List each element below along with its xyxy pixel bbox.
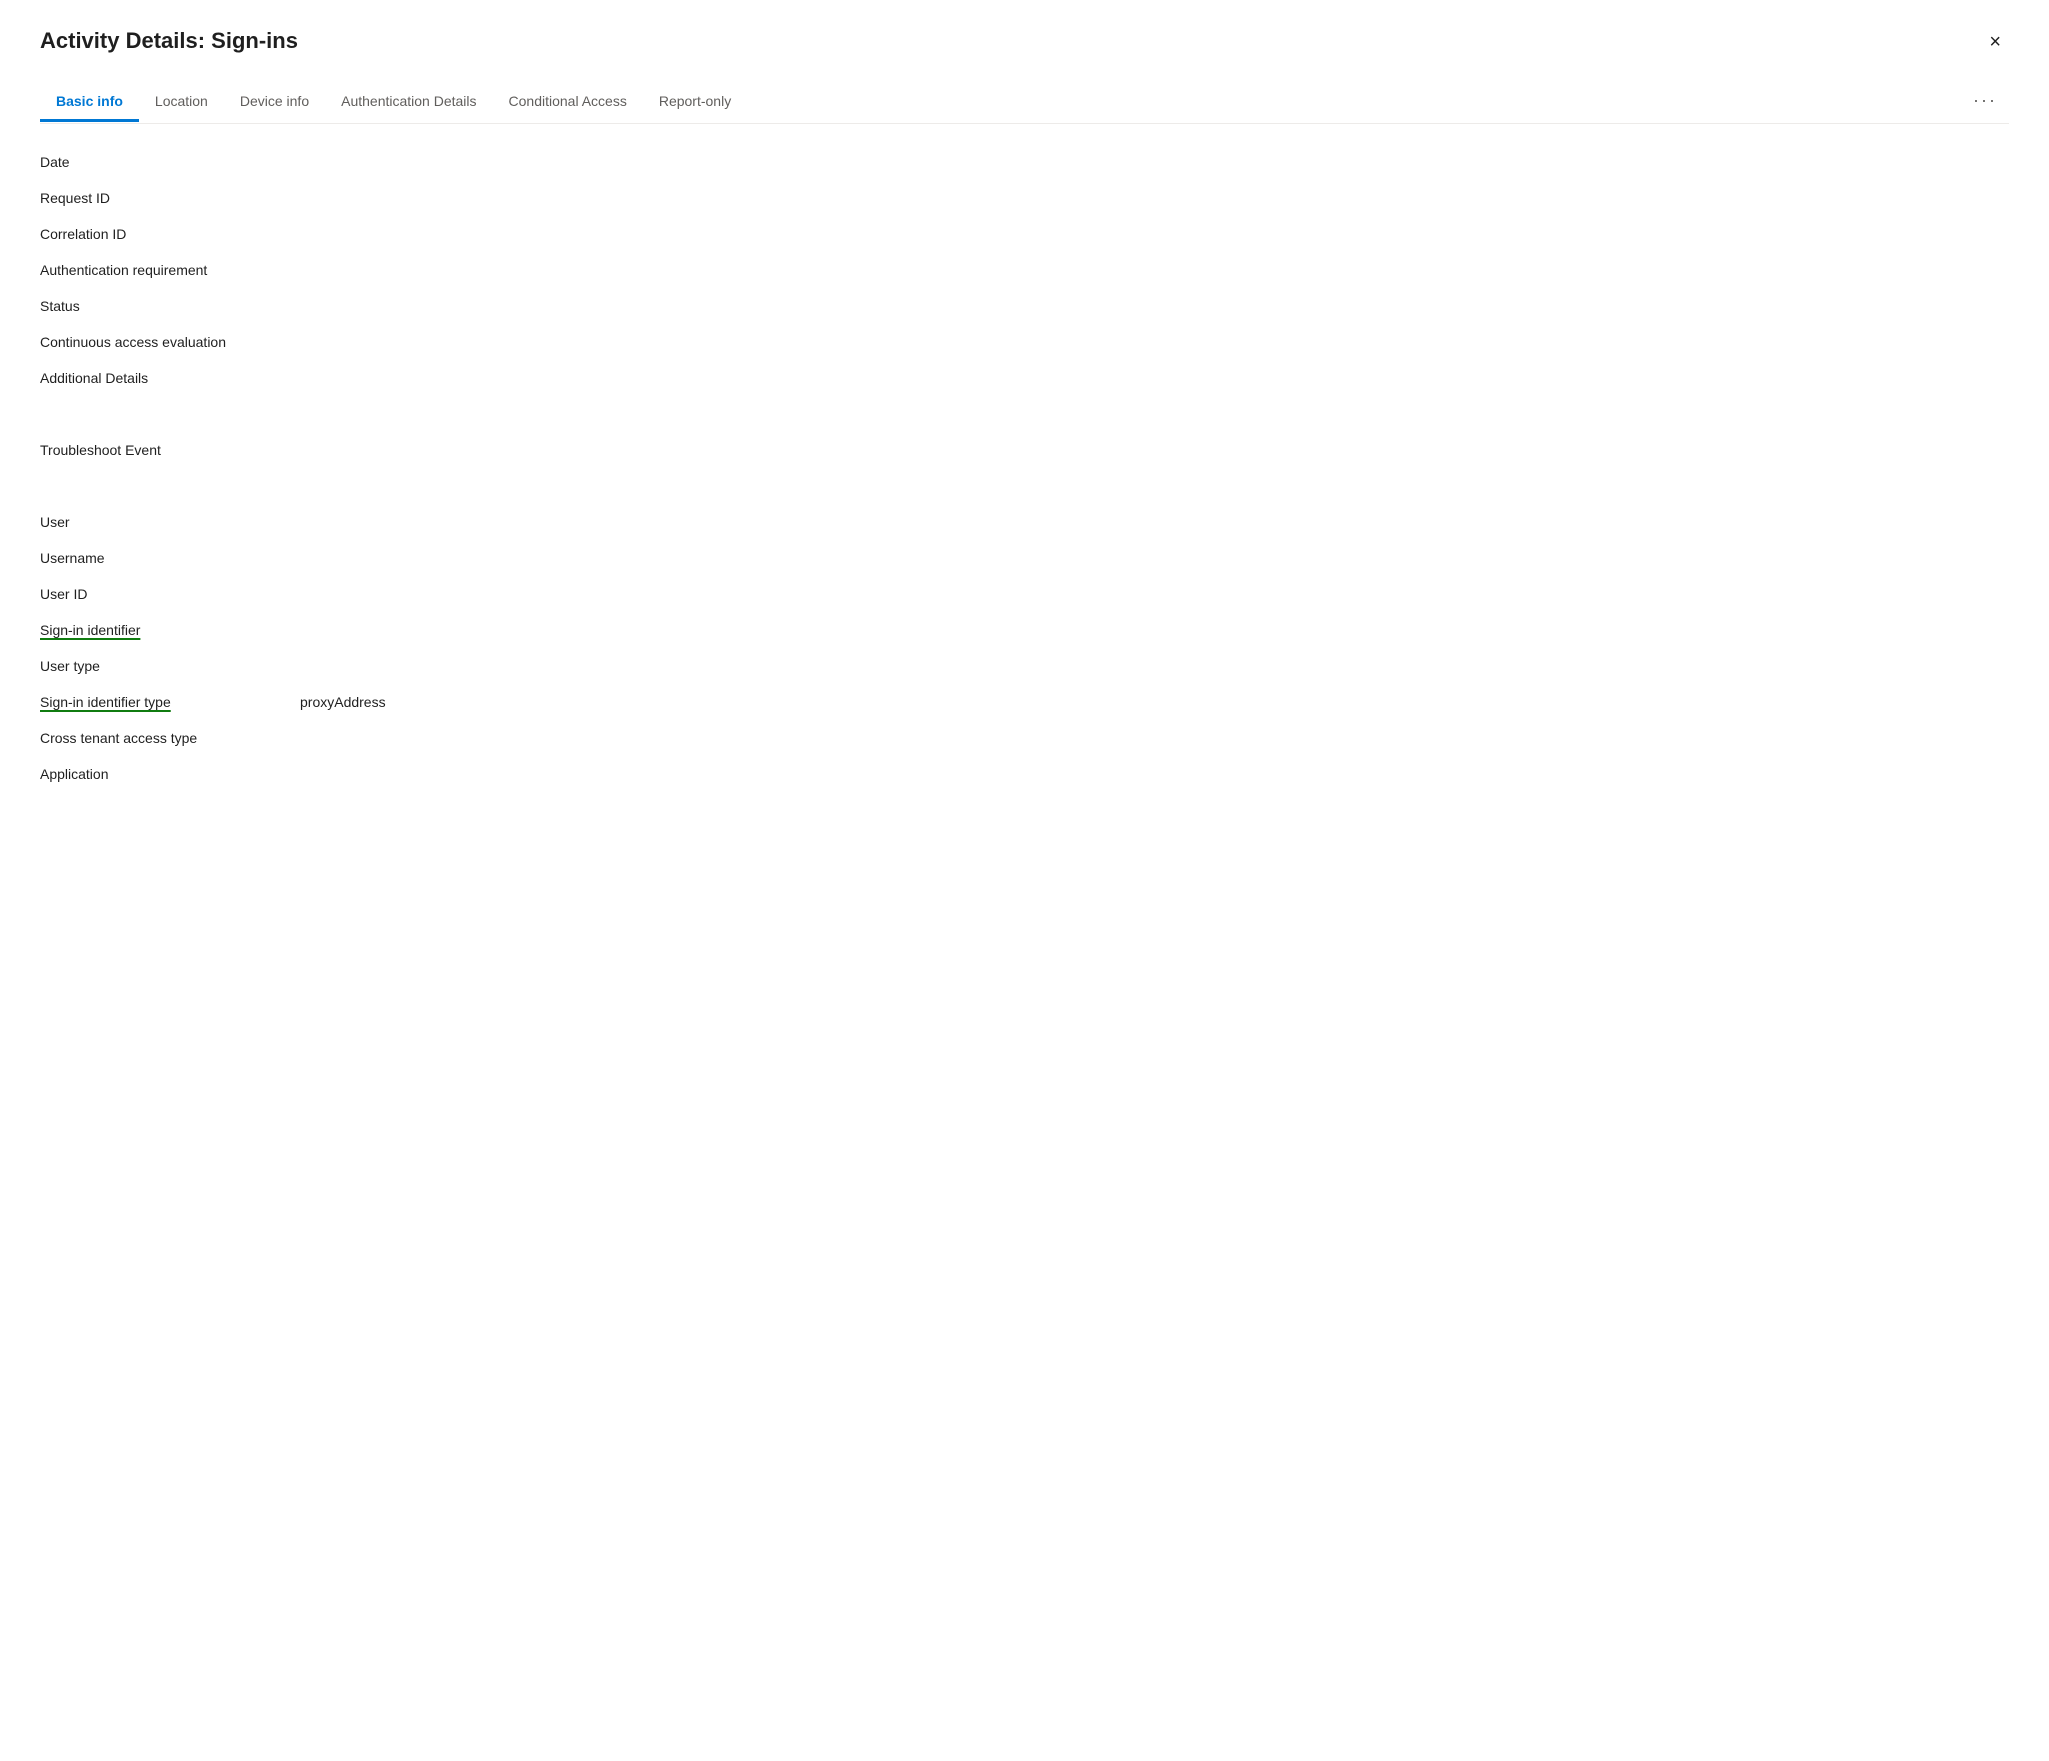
field-label-application: Application (40, 766, 300, 782)
field-label-cross-tenant-access-type: Cross tenant access type (40, 730, 300, 746)
field-label-sign-in-identifier-type: Sign-in identifier type (40, 694, 300, 710)
field-label-additional-details: Additional Details (40, 370, 300, 386)
field-label-user-id: User ID (40, 586, 300, 602)
basic-fields-group: Date Request ID Correlation ID Authenticati… (40, 144, 2009, 396)
tab-device-info[interactable]: Device info (224, 83, 325, 122)
troubleshoot-group: Troubleshoot Event (40, 432, 2009, 468)
field-row-user-type: User type (40, 648, 2009, 684)
tab-report-only[interactable]: Report-only (643, 83, 747, 122)
field-label-continuous-access-evaluation: Continuous access evaluation (40, 334, 300, 350)
field-label-sign-in-identifier: Sign-in identifier (40, 622, 300, 638)
field-row-correlation-id: Correlation ID (40, 216, 2009, 252)
field-label-user-type: User type (40, 658, 300, 674)
field-row-continuous-access-evaluation: Continuous access evaluation (40, 324, 2009, 360)
content-area: Date Request ID Correlation ID Authenticati… (40, 124, 2009, 812)
tabs-container: Basic info Location Device info Authenti… (40, 80, 2009, 124)
field-row-application: Application (40, 756, 2009, 792)
field-row-request-id: Request ID (40, 180, 2009, 216)
field-row-cross-tenant-access-type: Cross tenant access type (40, 720, 2009, 756)
field-label-date: Date (40, 154, 300, 170)
tab-basic-info[interactable]: Basic info (40, 83, 139, 122)
field-value-sign-in-identifier-type: proxyAddress (300, 694, 386, 710)
dialog-header: Activity Details: Sign-ins × (40, 28, 2009, 56)
close-button[interactable]: × (1981, 28, 2009, 56)
field-row-troubleshoot-event: Troubleshoot Event (40, 432, 2009, 468)
tab-conditional-access[interactable]: Conditional Access (493, 83, 643, 122)
field-label-status: Status (40, 298, 300, 314)
field-label-correlation-id: Correlation ID (40, 226, 300, 242)
field-row-sign-in-identifier-type: Sign-in identifier typeproxyAddress (40, 684, 2009, 720)
field-label-request-id: Request ID (40, 190, 300, 206)
field-row-sign-in-identifier: Sign-in identifier (40, 612, 2009, 648)
field-row-date: Date (40, 144, 2009, 180)
field-row-user: User (40, 504, 2009, 540)
field-row-user-id: User ID (40, 576, 2009, 612)
field-row-status: Status (40, 288, 2009, 324)
tabs-more-button[interactable]: ··· (1961, 80, 2009, 124)
field-label-authentication-requirement: Authentication requirement (40, 262, 300, 278)
field-label-troubleshoot-event: Troubleshoot Event (40, 442, 300, 458)
field-label-username: Username (40, 550, 300, 566)
field-row-username: Username (40, 540, 2009, 576)
field-row-additional-details: Additional Details (40, 360, 2009, 396)
field-label-user: User (40, 514, 300, 530)
field-row-authentication-requirement: Authentication requirement (40, 252, 2009, 288)
user-fields-group: User Username User ID Sign-in identifier Use… (40, 504, 2009, 792)
activity-details-dialog: Activity Details: Sign-ins × Basic info … (0, 0, 2049, 1761)
dialog-title: Activity Details: Sign-ins (40, 28, 298, 54)
tab-authentication-details[interactable]: Authentication Details (325, 83, 492, 122)
section-spacer-1 (40, 396, 2009, 432)
section-spacer-2 (40, 468, 2009, 504)
tab-location[interactable]: Location (139, 83, 224, 122)
